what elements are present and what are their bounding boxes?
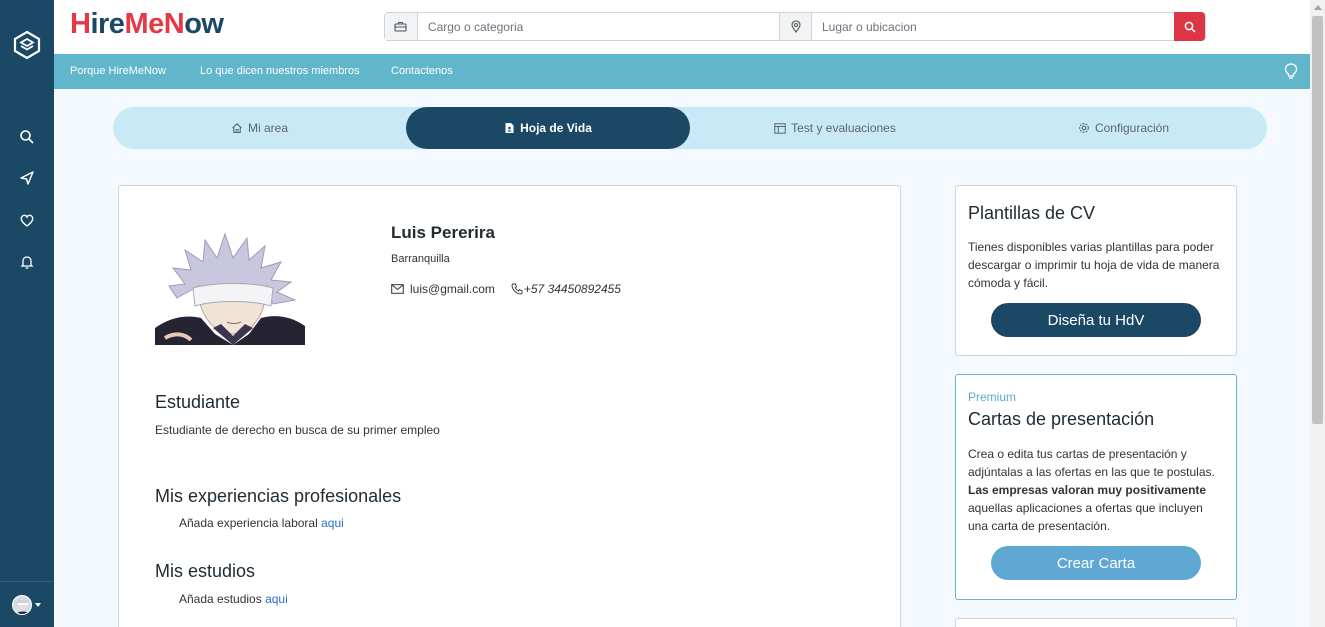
brand-text-me: Me bbox=[124, 8, 164, 40]
tab-configuracion[interactable]: Configuración bbox=[980, 107, 1267, 149]
profile-contact: luis@gmail.com +57 34450892455 bbox=[391, 282, 621, 296]
layout-icon bbox=[774, 122, 786, 134]
profile-city: Barranquilla bbox=[391, 253, 450, 265]
nav-link-contactenos[interactable]: Contactenos bbox=[391, 65, 453, 77]
letters-text-1: Crea o edita tus cartas de presentación … bbox=[968, 447, 1215, 479]
app-logo-icon[interactable] bbox=[13, 30, 41, 60]
tab-label: Hoja de Vida bbox=[520, 121, 592, 135]
experiencias-hint: Añada experiencia laboral aqui bbox=[179, 516, 344, 530]
section-tabs: Mi area Hoja de Vida Test y evaluaciones… bbox=[113, 107, 1267, 149]
home-icon bbox=[232, 123, 242, 134]
send-icon[interactable] bbox=[19, 170, 35, 186]
create-letter-button[interactable]: Crear Carta bbox=[991, 546, 1201, 580]
search-button[interactable] bbox=[1174, 12, 1205, 41]
top-nav: Porque HireMeNow Lo que dicen nuestros m… bbox=[54, 54, 1310, 89]
profile-phone: +57 34450892455 bbox=[523, 282, 621, 296]
brand-logo[interactable]: HireMeNow bbox=[70, 8, 224, 41]
tab-test-evaluaciones[interactable]: Test y evaluaciones bbox=[690, 107, 980, 149]
section-title-estudios: Mis estudios bbox=[155, 561, 256, 581]
letters-text: Crea o edita tus cartas de presentación … bbox=[968, 445, 1226, 535]
scroll-up-arrow[interactable] bbox=[1314, 5, 1322, 10]
letters-text-2: aquellas aplicaciones a ofertas que incl… bbox=[968, 501, 1203, 533]
search-bar bbox=[384, 12, 1206, 41]
tab-mi-area[interactable]: Mi area bbox=[113, 107, 406, 149]
gear-icon bbox=[1079, 123, 1089, 133]
cv-templates-card: Plantillas de CV Tienes disponibles vari… bbox=[955, 185, 1237, 356]
document-icon bbox=[505, 123, 514, 133]
tab-label: Test y evaluaciones bbox=[791, 121, 896, 135]
lugar-input[interactable] bbox=[811, 13, 1175, 40]
scrollbar-thumb[interactable] bbox=[1312, 16, 1323, 424]
side-card-3 bbox=[955, 618, 1237, 627]
section-title-estudiante: Estudiante bbox=[155, 392, 241, 412]
estudios-hint-text: Añada estudios bbox=[179, 592, 262, 606]
envelope-icon bbox=[391, 284, 404, 294]
profile-name: Luis Pererira bbox=[391, 223, 495, 242]
profile-photo bbox=[155, 228, 305, 345]
section-title-experiencias: Mis experiencias profesionales bbox=[155, 486, 402, 506]
templates-text: Tienes disponibles varias plantillas par… bbox=[968, 240, 1220, 290]
left-rail bbox=[0, 0, 54, 627]
estudios-hint: Añada estudios aqui bbox=[179, 592, 288, 606]
brand-letter-n: N bbox=[163, 8, 185, 40]
experiencias-hint-text: Añada experiencia laboral bbox=[179, 516, 318, 530]
cover-letters-card: Premium Cartas de presentación Crea o ed… bbox=[955, 374, 1237, 600]
user-avatar[interactable] bbox=[12, 595, 32, 615]
tab-label: Mi area bbox=[247, 121, 288, 135]
top-header: HireMeNow bbox=[54, 0, 1310, 54]
search-icon[interactable] bbox=[19, 129, 35, 145]
add-estudios-link[interactable]: aqui bbox=[265, 592, 288, 606]
vertical-scrollbar[interactable] bbox=[1310, 0, 1325, 627]
tab-label: Configuración bbox=[1094, 121, 1170, 135]
bell-icon[interactable] bbox=[19, 254, 35, 270]
user-menu[interactable] bbox=[0, 581, 54, 627]
letters-title: Cartas de presentación bbox=[968, 409, 1155, 429]
phone-icon bbox=[511, 283, 523, 295]
nav-link-miembros[interactable]: Lo que dicen nuestros miembros bbox=[200, 65, 360, 77]
briefcase-icon bbox=[385, 13, 418, 40]
cv-card: Luis Pererira Barranquilla luis@gmail.co… bbox=[118, 185, 901, 627]
heart-icon[interactable] bbox=[19, 212, 35, 228]
add-experiencia-link[interactable]: aqui bbox=[321, 516, 344, 530]
lightbulb-icon[interactable] bbox=[1284, 63, 1298, 80]
profile-email: luis@gmail.com bbox=[410, 282, 495, 296]
tab-hoja-de-vida[interactable]: Hoja de Vida bbox=[406, 107, 690, 149]
search-icon bbox=[1184, 21, 1196, 33]
brand-letter-h: H bbox=[70, 8, 91, 40]
premium-badge: Premium bbox=[968, 390, 1017, 404]
brand-text-ire: ire bbox=[90, 8, 125, 40]
design-cv-button[interactable]: Diseña tu HdV bbox=[991, 303, 1201, 337]
location-pin-icon bbox=[779, 13, 812, 40]
templates-title: Plantillas de CV bbox=[968, 203, 1096, 223]
chevron-down-icon[interactable] bbox=[35, 603, 41, 607]
letters-text-bold: Las empresas valoran muy positivamente bbox=[968, 483, 1207, 497]
cargo-input[interactable] bbox=[417, 13, 780, 40]
section-text-estudiante: Estudiante de derecho en busca de su pri… bbox=[155, 423, 440, 437]
brand-text-ow: ow bbox=[184, 8, 224, 40]
nav-link-porque[interactable]: Porque HireMeNow bbox=[70, 65, 166, 77]
